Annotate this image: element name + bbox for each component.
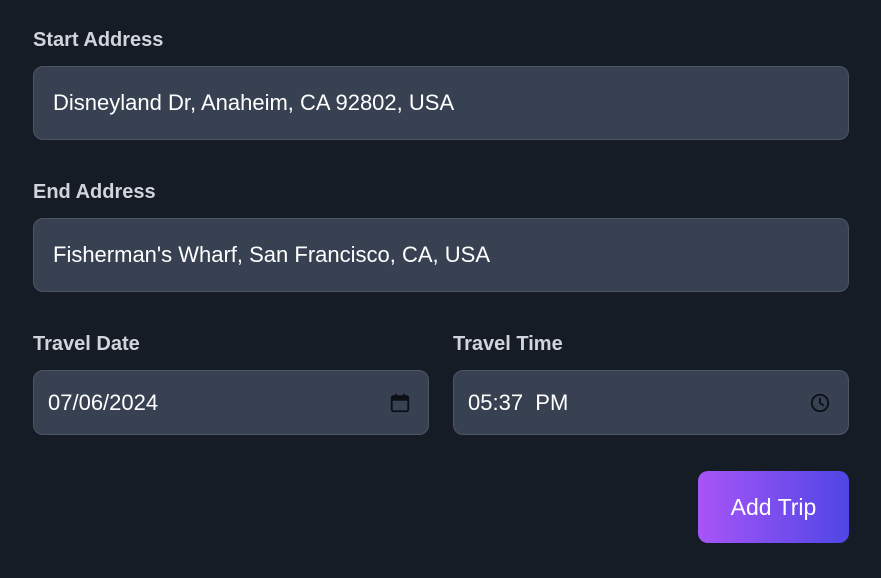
travel-time-value: 05:37 PM [468, 389, 569, 415]
clock-icon[interactable] [808, 391, 832, 415]
add-trip-button[interactable]: Add Trip [698, 471, 849, 543]
start-address-label: Start Address [33, 29, 164, 51]
calendar-icon[interactable] [388, 391, 412, 415]
travel-time-label: Travel Time [453, 333, 563, 355]
end-address-label: End Address [33, 181, 156, 203]
end-address-input[interactable]: Fisherman's Wharf, San Francisco, CA, US… [33, 218, 849, 292]
end-address-value: Fisherman's Wharf, San Francisco, CA, US… [53, 242, 490, 267]
travel-date-input[interactable]: 07/06/2024 [33, 370, 429, 435]
travel-time-input[interactable]: 05:37 PM [453, 370, 849, 435]
start-address-value: Disneyland Dr, Anaheim, CA 92802, USA [53, 90, 455, 115]
travel-date-value: 07/06/2024 [48, 389, 159, 415]
travel-date-label: Travel Date [33, 333, 140, 355]
start-address-input[interactable]: Disneyland Dr, Anaheim, CA 92802, USA [33, 66, 849, 140]
add-trip-form: Start Address Disneyland Dr, Anaheim, CA… [0, 0, 881, 578]
